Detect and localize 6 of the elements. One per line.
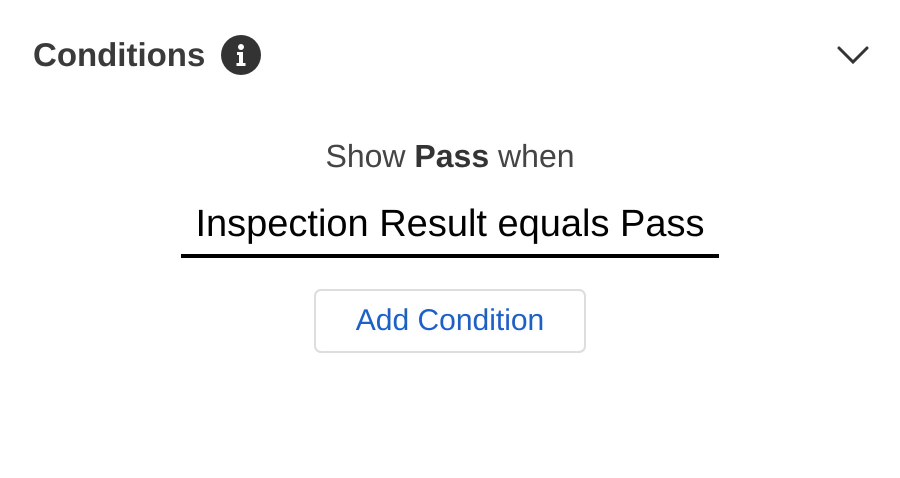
section-title: Conditions [33,36,206,74]
add-condition-button[interactable]: Add Condition [314,289,586,353]
condition-text[interactable]: Inspection Result equals Pass [181,203,719,258]
rule-heading: Show Pass when [325,138,575,175]
chevron-icon[interactable] [836,45,870,65]
info-icon[interactable] [221,35,262,75]
